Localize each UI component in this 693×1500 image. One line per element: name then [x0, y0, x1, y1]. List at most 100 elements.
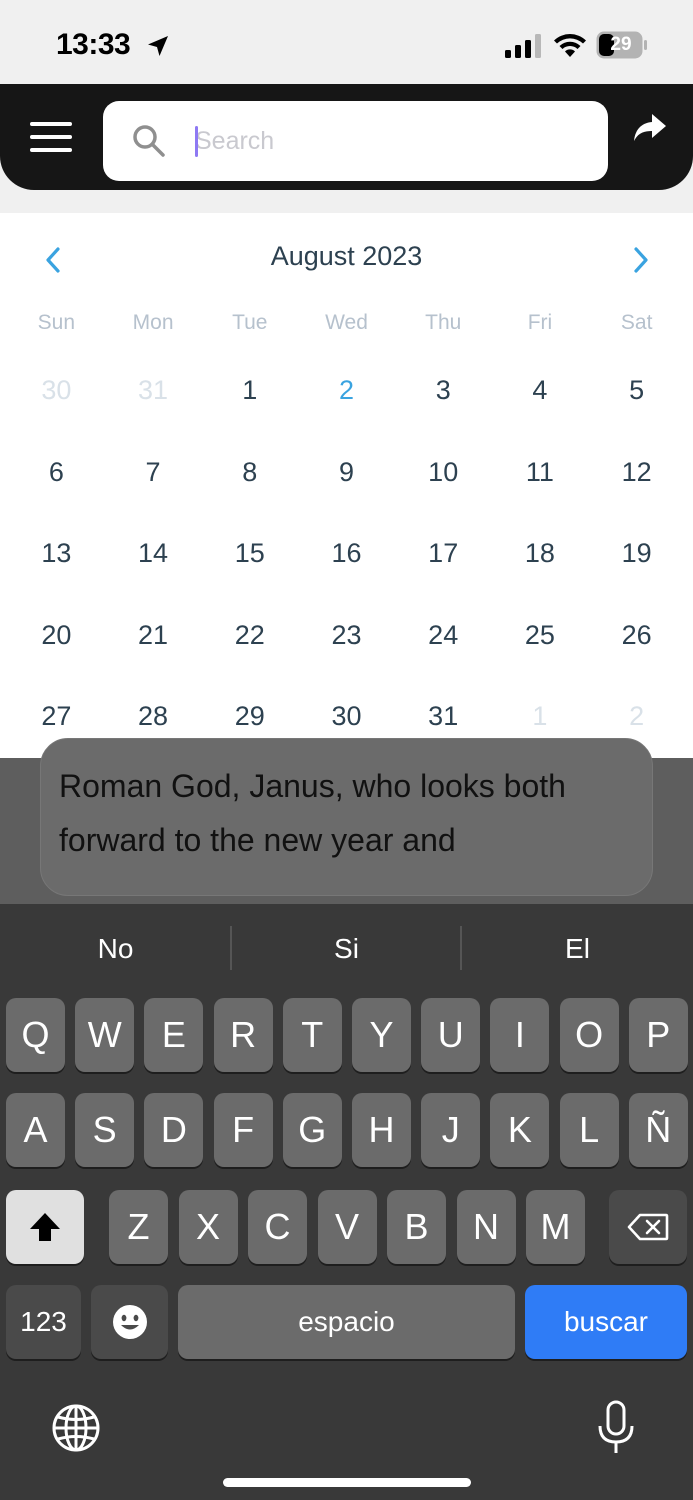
key-f[interactable]: F: [213, 1093, 273, 1167]
share-arrow-icon[interactable]: [632, 112, 668, 144]
calendar-day[interactable]: 14: [105, 512, 202, 594]
key-r[interactable]: R: [213, 998, 273, 1072]
search-bar[interactable]: [103, 101, 608, 181]
search-action-key[interactable]: buscar: [525, 1285, 687, 1359]
location-arrow-icon: [148, 36, 168, 56]
key-m[interactable]: M: [526, 1190, 585, 1264]
suggestion-item[interactable]: Si: [231, 904, 462, 994]
backspace-icon: [627, 1213, 669, 1241]
key-h[interactable]: H: [352, 1093, 411, 1167]
calendar-day[interactable]: 13: [8, 512, 105, 594]
calendar-day[interactable]: 6: [8, 431, 105, 513]
calendar-day[interactable]: 23: [298, 594, 395, 676]
calendar-day[interactable]: 26: [588, 594, 685, 676]
calendar-day[interactable]: 25: [492, 594, 589, 676]
emoji-key[interactable]: [91, 1285, 168, 1359]
signal-bars-icon: [505, 34, 541, 58]
globe-icon[interactable]: [50, 1402, 102, 1454]
hamburger-icon[interactable]: [30, 122, 72, 152]
key-d[interactable]: D: [144, 1093, 204, 1167]
weekday-label: Wed: [325, 311, 368, 334]
search-input[interactable]: [195, 119, 585, 163]
article-line: forward to the new year and: [59, 822, 456, 858]
search-icon: [133, 125, 165, 157]
status-time: 13:33: [56, 28, 131, 61]
text-cursor: [195, 126, 198, 157]
key-i[interactable]: I: [490, 998, 550, 1072]
emoji-icon: [112, 1305, 147, 1339]
calendar-day[interactable]: 9: [298, 431, 395, 513]
key-x[interactable]: X: [178, 1190, 238, 1264]
article-line: Roman God, Janus, who looks both: [59, 768, 566, 804]
content-overlay: Roman God, Janus, who looks both forward…: [0, 738, 693, 904]
calendar-day[interactable]: 22: [201, 594, 298, 676]
numbers-key[interactable]: 123: [6, 1285, 81, 1359]
chevron-right-icon[interactable]: [626, 243, 656, 277]
shift-icon: [30, 1213, 60, 1241]
key-e[interactable]: E: [144, 998, 204, 1072]
calendar-day-grid: 30 31 1 2 3 4 5 6 7 8 9 10 11 12 13 14 15 16 17 18 19 20 21 22 2…: [8, 349, 685, 759]
key-q[interactable]: Q: [6, 998, 65, 1072]
calendar-day[interactable]: 5: [588, 349, 685, 431]
suggestion-bar: No Si El: [0, 904, 693, 994]
key-w[interactable]: W: [75, 998, 135, 1072]
calendar-day[interactable]: 1: [201, 349, 298, 431]
key-n[interactable]: N: [456, 1190, 516, 1264]
calendar-day[interactable]: 10: [395, 431, 492, 513]
battery-level: 29: [610, 34, 632, 55]
weekday-label: Mon: [132, 311, 174, 334]
key-z[interactable]: Z: [109, 1190, 168, 1264]
weekday-label: Thu: [425, 311, 462, 334]
app-header: [0, 84, 693, 190]
key-b[interactable]: B: [387, 1190, 446, 1264]
key-s[interactable]: S: [75, 1093, 135, 1167]
calendar-day[interactable]: 16: [298, 512, 395, 594]
article-card: Roman God, Janus, who looks both forward…: [40, 738, 653, 896]
weekday-label: Tue: [232, 311, 268, 334]
calendar-day[interactable]: 24: [395, 594, 492, 676]
weekday-label: Sat: [620, 311, 653, 334]
weekday-label: Fri: [527, 311, 553, 334]
calendar-day[interactable]: 30: [8, 349, 105, 431]
key-p[interactable]: P: [628, 998, 688, 1072]
backspace-key[interactable]: [609, 1190, 687, 1264]
calendar-day[interactable]: 31: [105, 349, 202, 431]
suggestion-divider: [230, 926, 232, 970]
key-v[interactable]: V: [317, 1190, 377, 1264]
calendar-day[interactable]: 3: [395, 349, 492, 431]
calendar-day[interactable]: 15: [201, 512, 298, 594]
calendar-day[interactable]: 17: [395, 512, 492, 594]
article-text: Roman God, Janus, who looks both forward…: [59, 739, 649, 867]
key-y[interactable]: Y: [352, 998, 411, 1072]
suggestion-item[interactable]: El: [462, 904, 693, 994]
calendar-day[interactable]: 4: [492, 349, 589, 431]
calendar-day[interactable]: 2: [298, 349, 395, 431]
calendar-month-title: August 2023: [270, 241, 423, 271]
key-ñ[interactable]: Ñ: [628, 1093, 688, 1167]
shift-key[interactable]: [6, 1190, 84, 1264]
key-j[interactable]: J: [421, 1093, 481, 1167]
calendar-weekdays: Sun Mon Tue Wed Thu Fri Sat: [8, 311, 685, 341]
space-key[interactable]: espacio: [178, 1285, 515, 1359]
calendar-day[interactable]: 7: [105, 431, 202, 513]
calendar-day[interactable]: 11: [492, 431, 589, 513]
key-t[interactable]: T: [282, 998, 342, 1072]
calendar-day[interactable]: 20: [8, 594, 105, 676]
microphone-icon[interactable]: [596, 1400, 636, 1456]
calendar-day[interactable]: 8: [201, 431, 298, 513]
calendar-day[interactable]: 21: [105, 594, 202, 676]
key-u[interactable]: U: [421, 998, 481, 1072]
key-g[interactable]: G: [282, 1093, 342, 1167]
key-a[interactable]: A: [6, 1093, 65, 1167]
weekday-label: Sun: [37, 311, 76, 334]
calendar-day[interactable]: 18: [492, 512, 589, 594]
suggestion-item[interactable]: No: [0, 904, 231, 994]
key-l[interactable]: L: [559, 1093, 619, 1167]
key-c[interactable]: C: [248, 1190, 307, 1264]
calendar-day[interactable]: 19: [588, 512, 685, 594]
key-o[interactable]: O: [559, 998, 619, 1072]
calendar-day[interactable]: 12: [588, 431, 685, 513]
key-k[interactable]: K: [490, 1093, 550, 1167]
calendar: August 2023 Sun Mon Tue Wed Thu Fri Sat …: [0, 213, 693, 758]
suggestion-divider: [460, 926, 462, 970]
